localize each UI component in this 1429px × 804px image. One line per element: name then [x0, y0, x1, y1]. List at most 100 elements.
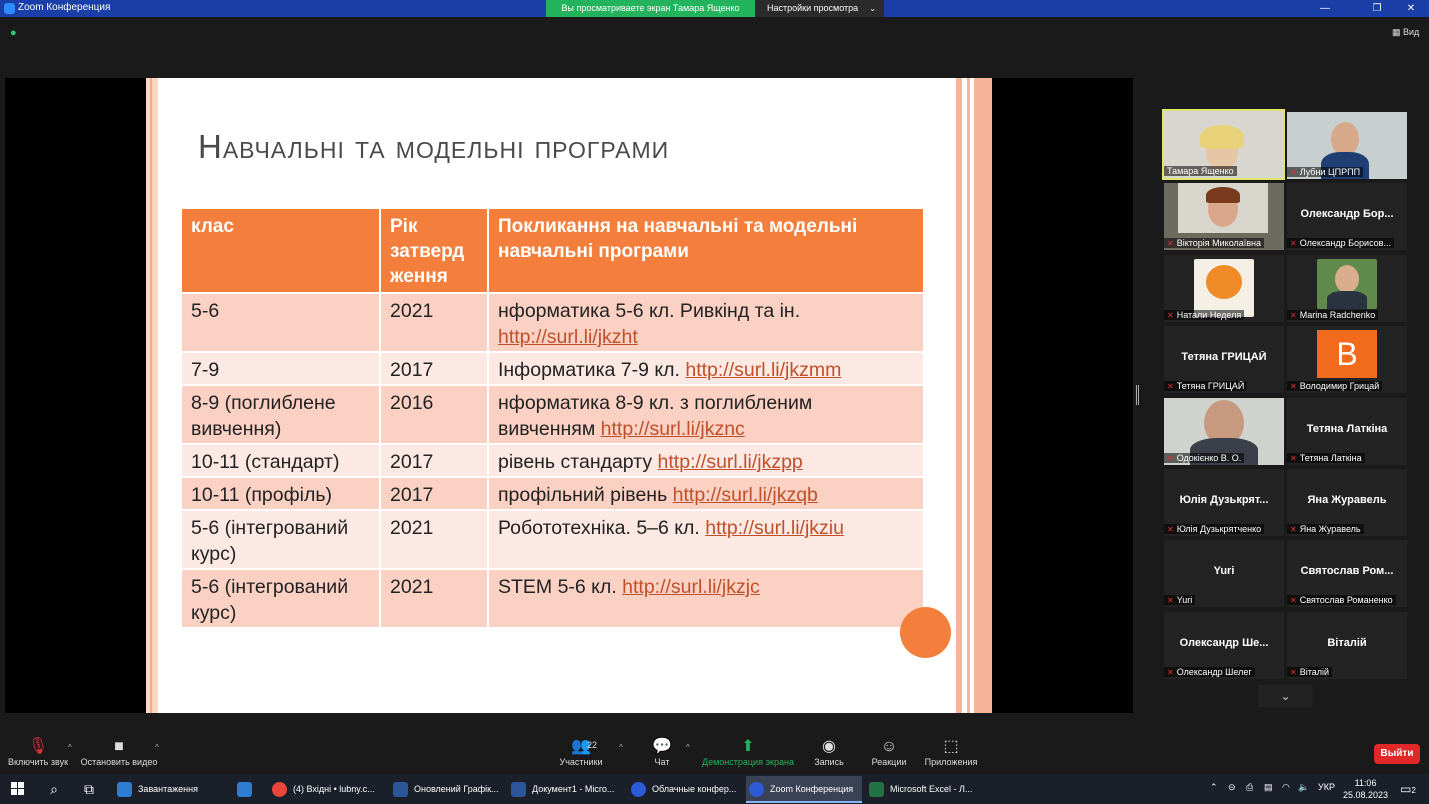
participant-tile[interactable]: ✕ Одокієнко В. О. — [1164, 398, 1284, 465]
view-options-label: Настройки просмотра — [767, 3, 859, 13]
cell-program: нформатика 5-6 кл. Ривкінд та ін. http:/… — [489, 294, 923, 353]
chevron-down-icon: ⌄ — [1280, 689, 1291, 703]
tray-app-icon[interactable]: ▤ — [1264, 782, 1273, 793]
apps-icon: ⬚ — [943, 738, 959, 755]
gallery-scroll-down-button[interactable]: ⌄ — [1258, 685, 1313, 707]
encryption-shield-icon[interactable]: ● — [10, 27, 20, 39]
unmute-button[interactable]: 🎙 Включить звук — [6, 737, 70, 767]
tray-printer-icon[interactable]: ⎙ — [1246, 782, 1253, 793]
participant-tile[interactable]: Олександр Бор... ✕ Олександр Борисов... — [1287, 183, 1407, 250]
program-text: рівень стандарту — [498, 451, 658, 473]
taskbar-app-downloads[interactable]: Завантаження — [114, 776, 232, 803]
notification-count: 2 — [1411, 786, 1416, 795]
record-button[interactable]: ◉ Запись — [810, 737, 848, 767]
view-options-dropdown[interactable]: Настройки просмотра ⌄ — [755, 0, 884, 17]
program-link[interactable]: http://surl.li/jkzjc — [622, 576, 760, 598]
participant-tile[interactable]: Тетяна Латкіна ✕ Тетяна Латкіна — [1287, 398, 1407, 465]
muted-mic-icon: ✕ — [1167, 454, 1174, 463]
taskbar-app-chrome[interactable]: (4) Вхідні • lubny.c... — [269, 776, 386, 803]
cell-year: 2021 — [381, 570, 489, 629]
taskbar-clock[interactable]: 11:06 25.08.2023 — [1343, 777, 1388, 801]
programs-table: клас Рік затверд ження Покликання на нав… — [182, 209, 923, 629]
participant-tile[interactable]: Тамара Ященко — [1162, 109, 1285, 180]
chevron-up-icon: ^ — [686, 743, 690, 752]
participant-tile[interactable]: ✕ Лубни ЦПРПП — [1287, 112, 1407, 179]
participant-tile[interactable]: В ✕ Володимир Грицай — [1287, 326, 1407, 393]
taskbar-app-word-document[interactable]: Документ1 - Micro... — [508, 776, 625, 803]
reactions-button[interactable]: ☺ Реакции — [867, 737, 911, 767]
chat-button[interactable]: 💬 Чат — [647, 737, 677, 767]
search-icon[interactable]: ⌕ — [45, 780, 63, 798]
table-row: 5-6 (інтегрований курс) 2021 STEM 5-6 кл… — [182, 570, 923, 629]
view-toggle[interactable]: ▦ Вид — [1392, 27, 1419, 38]
windows-start-button[interactable] — [11, 782, 25, 796]
minimize-button[interactable]: — — [1310, 0, 1340, 17]
participant-tile[interactable]: ✕ Вікторія Миколаївна — [1164, 183, 1284, 250]
cell-year: 2021 — [381, 511, 489, 570]
muted-mic-icon: ✕ — [1290, 168, 1297, 177]
tray-overflow-chevron-icon[interactable]: ⌃ — [1210, 782, 1218, 793]
close-window-button[interactable]: ✕ — [1396, 0, 1426, 17]
program-link[interactable]: http://surl.li/jkzqb — [673, 484, 818, 506]
participant-tile[interactable]: Віталій ✕ Віталій — [1287, 612, 1407, 679]
taskbar-app-zoom-meeting[interactable]: Zoom Конференция — [746, 776, 862, 803]
share-screen-button[interactable]: ⬆ Демонстрация экрана — [700, 737, 796, 767]
chevron-up-icon: ^ — [155, 743, 159, 752]
window-title: Zoom Конференция — [18, 2, 111, 13]
tray-language[interactable]: УКР — [1318, 782, 1335, 792]
program-link[interactable]: http://surl.li/jkzht — [498, 326, 638, 348]
notifications-button[interactable]: ▭2 — [1400, 782, 1416, 796]
task-view-icon[interactable]: ⧉ — [80, 780, 98, 798]
program-link[interactable]: http://surl.li/jkzpp — [658, 451, 803, 473]
participant-tile[interactable]: ✕ Натали Неделя — [1164, 255, 1284, 322]
table-header-row: клас Рік затверд ження Покликання на нав… — [182, 209, 923, 294]
program-text: профільний рівень — [498, 484, 673, 506]
chevron-down-icon: ⌄ — [869, 4, 876, 13]
tray-network-icon[interactable]: ⊝ — [1228, 782, 1236, 793]
participant-tile[interactable]: Yuri ✕ Yuri — [1164, 540, 1284, 607]
apps-button[interactable]: ⬚ Приложения — [922, 737, 980, 767]
participant-name-tag: ✕ Одокієнко В. О. — [1164, 453, 1245, 463]
participant-name-tag: ✕ Яна Журавель — [1287, 524, 1364, 534]
participant-tile[interactable]: Яна Журавель ✕ Яна Журавель — [1287, 469, 1407, 536]
share-screen-icon: ⬆ — [741, 738, 755, 755]
muted-mic-icon: ✕ — [1167, 525, 1174, 534]
participant-tile[interactable]: Олександр Ше... ✕ Олександр Шелег — [1164, 612, 1284, 679]
panel-resize-handle[interactable] — [1136, 385, 1139, 405]
excel-icon — [869, 782, 884, 797]
participant-name-tag: ✕ Віталій — [1287, 667, 1333, 677]
cell-grade: 5-6 (інтегрований курс) — [182, 511, 381, 570]
cell-year: 2017 — [381, 478, 489, 511]
taskbar-app-zoom-cloud[interactable]: Облачные конфер... — [628, 776, 743, 803]
slide-right-rail-outer — [974, 78, 992, 713]
cell-grade: 7-9 — [182, 353, 381, 386]
zoom-icon — [749, 782, 764, 797]
taskbar-app-mail[interactable] — [234, 776, 262, 803]
program-link[interactable]: http://surl.li/jkziu — [705, 517, 844, 539]
tray-volume-icon[interactable]: 🔈 — [1298, 782, 1309, 793]
program-link[interactable]: http://surl.li/jkznc — [601, 418, 745, 440]
participant-tile[interactable]: Святослав Ром... ✕ Святослав Романенко — [1287, 540, 1407, 607]
taskbar-app-excel[interactable]: Microsoft Excel - Л... — [866, 776, 983, 803]
download-arrow-icon — [117, 782, 132, 797]
participant-name-tag: ✕ Yuri — [1164, 595, 1196, 605]
leave-meeting-button[interactable]: Выйти — [1374, 744, 1420, 764]
taskbar-app-word-schedule[interactable]: Оновлений Графік... — [390, 776, 505, 803]
table-row: 8-9 (поглиблене вивчення) 2016 нформатик… — [182, 386, 923, 445]
maximize-button[interactable]: ❐ — [1362, 0, 1392, 17]
participant-tile[interactable]: ✕ Marina Radchenko — [1287, 255, 1407, 322]
program-text: нформатика 5-6 кл. Ривкінд та ін. — [498, 300, 801, 322]
cell-program: Інформатика 7-9 кл. http://surl.li/jkzmm — [489, 353, 923, 386]
stop-video-button[interactable]: ■ Остановить видео — [80, 737, 158, 767]
participant-display-name: Віталій — [1327, 637, 1367, 649]
participant-name-tag: ✕ Олександр Шелег — [1164, 667, 1255, 677]
participants-button[interactable]: 👥 22 Участники — [555, 737, 607, 767]
program-link[interactable]: http://surl.li/jkzmm — [685, 359, 841, 381]
cell-grade: 8-9 (поглиблене вивчення) — [182, 386, 381, 445]
participant-display-name: Яна Журавель — [1307, 494, 1387, 506]
participant-tile[interactable]: Юлія Дузькрят... ✕ Юлія Дузькрятченко — [1164, 469, 1284, 536]
viewing-screen-banner: Вы просматриваете экран Тамара Ященко — [546, 0, 755, 17]
participant-tile[interactable]: Тетяна ГРИЦАЙ ✕ Тетяна ГРИЦАЙ — [1164, 326, 1284, 393]
slide-right-rail — [956, 78, 962, 713]
tray-wifi-icon[interactable]: ◠ — [1282, 782, 1290, 793]
